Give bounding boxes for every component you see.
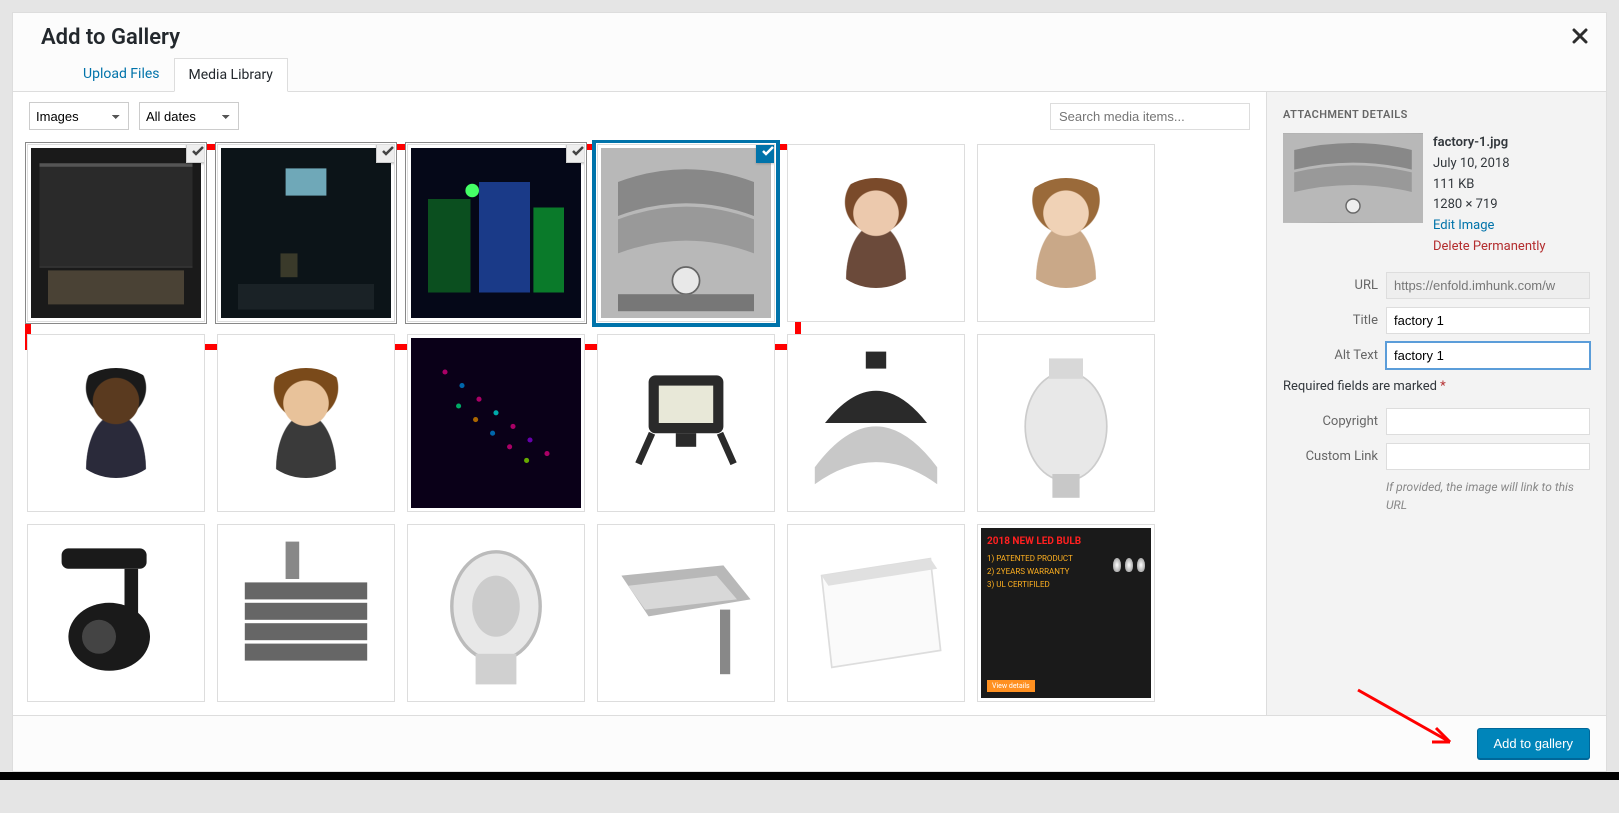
tab-media-library[interactable]: Media Library xyxy=(174,58,288,92)
media-item[interactable] xyxy=(27,144,205,322)
attachment-dimensions: 1280 × 719 xyxy=(1433,195,1546,216)
media-item[interactable] xyxy=(407,334,585,512)
delete-permanently-link[interactable]: Delete Permanently xyxy=(1433,237,1546,258)
url-field[interactable] xyxy=(1386,272,1590,299)
toolbar: Images All dates xyxy=(13,92,1266,140)
media-item[interactable] xyxy=(27,524,205,702)
media-grid-container[interactable]: 2018 NEW LED BULB 1) PATENTED PRODUCT 2)… xyxy=(13,140,1266,715)
modal-header: Add to Gallery Upload Files Media Librar… xyxy=(13,13,1606,92)
selected-check-icon xyxy=(566,144,585,163)
bottom-bar xyxy=(0,772,1619,780)
media-item[interactable] xyxy=(597,334,775,512)
filter-date-select[interactable]: All dates xyxy=(139,102,239,130)
attachment-date: July 10, 2018 xyxy=(1433,154,1546,175)
media-item[interactable] xyxy=(597,524,775,702)
media-item[interactable] xyxy=(27,334,205,512)
tabs: Upload Files Media Library xyxy=(69,58,1590,92)
media-item[interactable] xyxy=(787,524,965,702)
media-item[interactable] xyxy=(597,144,775,322)
media-item[interactable] xyxy=(787,144,965,322)
attachment-details-panel: ATTACHMENT DETAILS factory-1.jpg July 10… xyxy=(1266,92,1606,715)
ad-headline: 2018 NEW LED BULB xyxy=(987,536,1145,547)
selected-check-icon xyxy=(376,144,395,163)
close-icon xyxy=(1572,28,1588,44)
media-item[interactable] xyxy=(217,334,395,512)
search-input[interactable] xyxy=(1050,103,1250,130)
ad-line3: 3) UL CERTIFILED xyxy=(987,579,1145,592)
selected-check-icon xyxy=(756,144,775,163)
copyright-label: Copyright xyxy=(1283,414,1378,429)
attachment-filename: factory-1.jpg xyxy=(1433,133,1546,154)
attachment-size: 111 KB xyxy=(1433,175,1546,196)
edit-image-link[interactable]: Edit Image xyxy=(1433,216,1546,237)
media-item[interactable] xyxy=(977,334,1155,512)
media-item[interactable] xyxy=(407,524,585,702)
media-item[interactable] xyxy=(217,144,395,322)
media-grid: 2018 NEW LED BULB 1) PATENTED PRODUCT 2)… xyxy=(27,144,1252,702)
modal-title: Add to Gallery xyxy=(41,21,1590,58)
alt-text-field[interactable] xyxy=(1386,342,1590,369)
copyright-field[interactable] xyxy=(1386,408,1590,435)
custom-link-label: Custom Link xyxy=(1283,449,1378,464)
filter-type-select[interactable]: Images xyxy=(29,102,129,130)
modal-footer: Add to gallery xyxy=(13,715,1606,771)
close-button[interactable] xyxy=(1572,27,1588,49)
add-to-gallery-button[interactable]: Add to gallery xyxy=(1477,728,1591,759)
custom-link-hint: If provided, the image will link to this… xyxy=(1386,478,1590,514)
media-item[interactable] xyxy=(977,144,1155,322)
title-label: Title xyxy=(1283,313,1378,328)
attachment-thumbnail xyxy=(1283,133,1423,223)
media-item[interactable]: 2018 NEW LED BULB 1) PATENTED PRODUCT 2)… xyxy=(977,524,1155,702)
modal-content: Images All dates xyxy=(13,91,1606,715)
required-note: Required fields are marked * xyxy=(1283,379,1590,394)
selected-check-icon xyxy=(186,144,205,163)
media-modal: Add to Gallery Upload Files Media Librar… xyxy=(12,12,1607,772)
media-item[interactable] xyxy=(407,144,585,322)
custom-link-field[interactable] xyxy=(1386,443,1590,470)
title-field[interactable] xyxy=(1386,307,1590,334)
attachment-details-heading: ATTACHMENT DETAILS xyxy=(1283,108,1590,121)
alt-text-label: Alt Text xyxy=(1283,348,1378,363)
media-item[interactable] xyxy=(217,524,395,702)
attachment-meta: factory-1.jpg July 10, 2018 111 KB 1280 … xyxy=(1433,133,1546,258)
ad-button: View details xyxy=(987,680,1035,692)
media-item[interactable] xyxy=(787,334,965,512)
media-browser: Images All dates xyxy=(13,92,1266,715)
url-label: URL xyxy=(1283,278,1378,293)
tab-upload-files[interactable]: Upload Files xyxy=(69,58,174,92)
